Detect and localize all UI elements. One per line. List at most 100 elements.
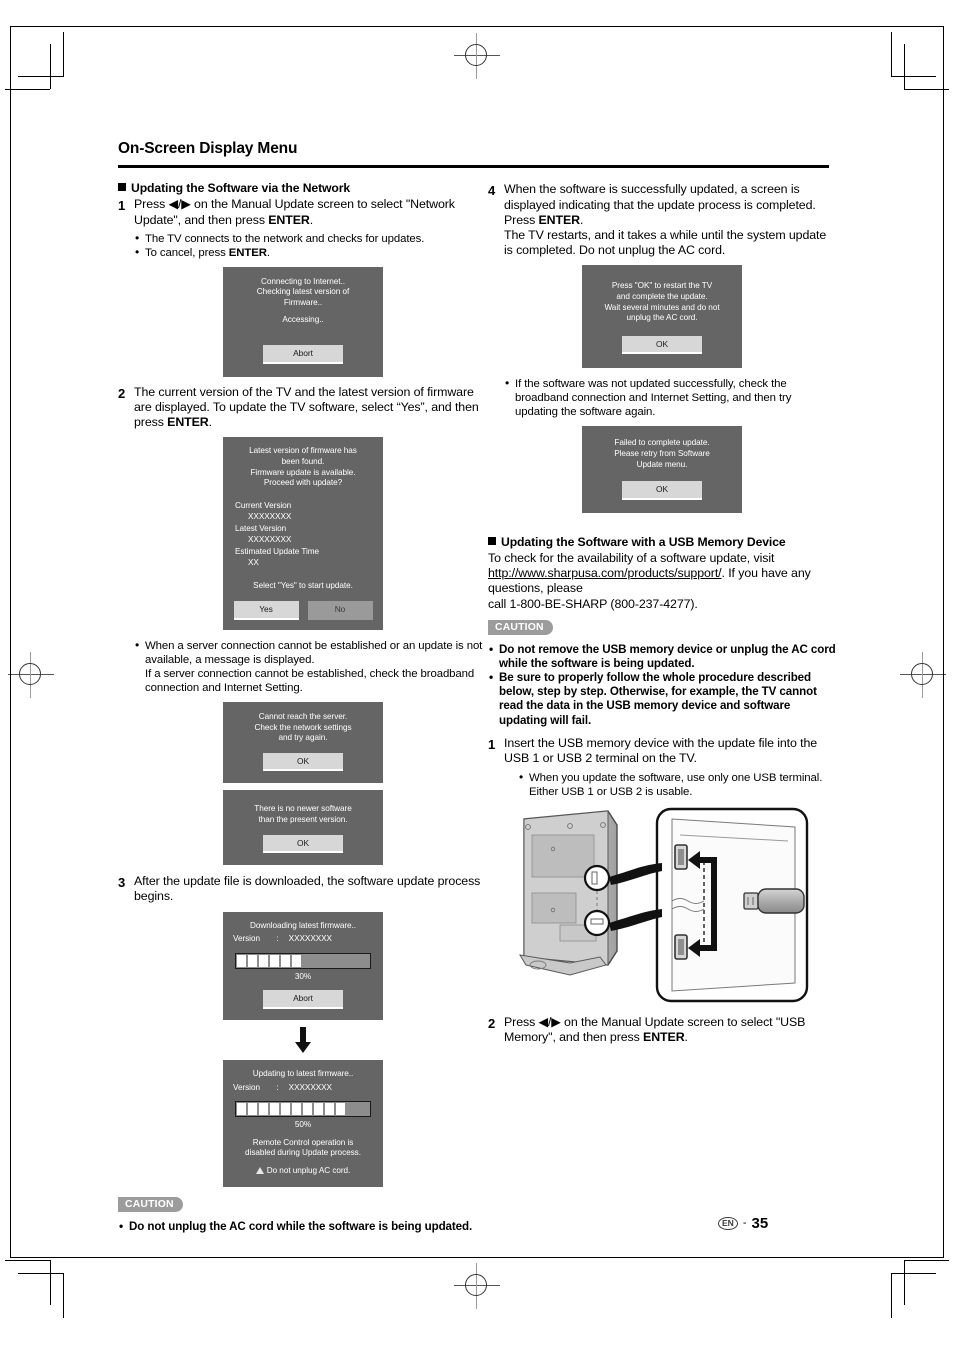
step-1-body: Press ◀/▶ on the Manual Update screen to… — [134, 197, 488, 259]
step-1-usb-body: Insert the USB memory device with the up… — [504, 736, 836, 799]
ok-button[interactable]: OK — [263, 752, 343, 772]
progress-segment — [248, 1103, 257, 1116]
osd-firmware-info: Current Version XXXXXXXX Latest Version … — [231, 500, 375, 569]
step-1-text-a: Press — [134, 197, 169, 212]
step-1-enter-key: ENTER — [268, 212, 310, 227]
osd-updating-warning-text: Do not unplug AC cord. — [266, 1165, 351, 1175]
sharp-support-url[interactable]: http://www.sharpusa.com/products/support… — [488, 566, 722, 580]
step-1-number: 1 — [118, 198, 126, 214]
osd-dialog-cannot-reach-server: Cannot reach the server. Check the netwo… — [223, 701, 383, 784]
progress-segment — [248, 954, 257, 967]
step-2-body: The current version of the TV and the la… — [134, 385, 488, 431]
step-1-bullet2-enter: ENTER — [228, 246, 267, 259]
yes-button[interactable]: Yes — [233, 601, 299, 620]
list-item: Do not remove the USB memory device or u… — [488, 642, 836, 671]
osd-dialog-connecting: Connecting to Internet.. Checking latest… — [223, 266, 383, 377]
latest-version-label: Latest Version — [235, 523, 287, 533]
step-3-body: After the update file is downloaded, the… — [134, 874, 481, 904]
step-2-usb-body: Press ◀/▶ on the Manual Update screen to… — [504, 1015, 836, 1045]
language-badge: EN — [718, 1216, 738, 1230]
osd-firmware-prompt: Select "Yes" to start update. — [253, 580, 353, 590]
list-item: If the software was not updated successf… — [504, 376, 836, 419]
registration-mark-bottom — [454, 1263, 500, 1309]
abort-button[interactable]: Abort — [263, 990, 343, 1009]
step-1-bullet2-end: . — [266, 246, 270, 259]
progress-segment — [270, 1103, 279, 1116]
step-2-usb: 2 Press ◀/▶ on the Manual Update screen … — [488, 1015, 836, 1045]
step-4-body: When the software is successfully update… — [504, 182, 836, 258]
progress-segment — [270, 954, 279, 967]
two-column-layout: Updating the Software via the Network 1 … — [118, 181, 836, 1234]
step-3-number: 3 — [118, 875, 126, 891]
version-value: XXXXXXXX — [288, 1082, 332, 1092]
progress-segment — [325, 1103, 334, 1116]
square-bullet-icon — [488, 536, 496, 545]
step-2-enter-key: ENTER — [167, 415, 209, 430]
progress-segment — [314, 1103, 323, 1116]
section-heading-usb: Updating the Software with a USB Memory … — [488, 535, 836, 549]
osd-connecting-status: Accessing.. — [282, 314, 324, 324]
progress-segment — [281, 1103, 290, 1116]
abort-button[interactable]: Abort — [263, 345, 343, 364]
page-title: On-Screen Display Menu — [118, 140, 298, 157]
osd-firmware-header: Latest version of firmware has been foun… — [249, 446, 357, 488]
update-progress-bar — [235, 1101, 371, 1118]
step-2-usb-text-c: . — [684, 1030, 688, 1045]
flow-arrow-down-icon — [118, 1026, 488, 1053]
step-2-usb-enter-key: ENTER — [643, 1030, 685, 1045]
page-content: On-Screen Display Menu Updating the Soft… — [118, 140, 836, 1235]
estimated-time-value: XX — [248, 558, 259, 568]
latest-version-value: XXXXXXXX — [248, 535, 292, 545]
osd-firmware-buttons: Yes No — [231, 601, 375, 620]
step-2-usb-number: 2 — [488, 1016, 496, 1032]
left-right-arrow-icon: ◀/▶ — [168, 197, 191, 212]
step-2-number: 2 — [118, 385, 126, 401]
usb-intro-paragraph: To check for the availability of a softw… — [488, 551, 836, 597]
step-1-usb-number: 1 — [488, 736, 496, 752]
list-item: The TV connects to the network and check… — [134, 231, 488, 246]
osd-dialog-updating: Updating to latest firmware.. Version : … — [223, 1059, 383, 1188]
ok-button[interactable]: OK — [622, 481, 702, 500]
page-footer: EN - 35 — [718, 1212, 836, 1235]
progress-segment — [303, 1103, 312, 1116]
no-button[interactable]: No — [307, 601, 373, 620]
list-item: Be sure to properly follow the whole pro… — [488, 670, 836, 728]
ok-button[interactable]: OK — [263, 834, 343, 854]
osd-updating-warning: Do not unplug AC cord. — [229, 1166, 377, 1177]
version-value: XXXXXXXX — [288, 934, 332, 944]
progress-segment — [237, 1103, 246, 1116]
caution-bullets-left: Do not unplug the AC cord while the soft… — [118, 1219, 488, 1234]
version-label: Version — [233, 1082, 260, 1092]
step-1-bullets: The TV connects to the network and check… — [134, 231, 488, 260]
list-item: When a server connection cannot be estab… — [134, 638, 488, 695]
step-1-usb-text: Insert the USB memory device with the up… — [504, 735, 818, 765]
crop-mark-bottom-left — [0, 1255, 70, 1350]
osd-dialog-restart: Press "OK" to restart the TV and complet… — [582, 265, 742, 369]
list-item: Do not unplug the AC cord while the soft… — [118, 1219, 488, 1234]
step-4-number: 4 — [488, 183, 496, 199]
step-4-network: 4 When the software is successfully upda… — [488, 182, 836, 258]
estimated-time-label: Estimated Update Time — [235, 546, 320, 556]
section-heading-usb-label: Updating the Software with a USB Memory … — [501, 534, 786, 549]
warning-triangle-icon — [255, 1166, 264, 1174]
version-colon: : — [276, 1082, 279, 1092]
page-number: 35 — [751, 1214, 769, 1232]
usb-insertion-illustration — [488, 805, 836, 1005]
left-column: Updating the Software via the Network 1 … — [118, 181, 488, 1234]
step-1-network: 1 Press ◀/▶ on the Manual Update screen … — [118, 197, 488, 259]
current-version-label: Current Version — [235, 500, 292, 510]
osd-updating-title: Updating to latest firmware.. — [252, 1068, 354, 1078]
usb-intro-phone: call 1-800-BE-SHARP (800-237-4277). — [488, 597, 698, 612]
osd-no-newer-message: There is no newer software than the pres… — [254, 804, 352, 824]
ok-button[interactable]: OK — [622, 335, 702, 355]
osd-downloading-version: Version : XXXXXXXX — [229, 933, 377, 945]
usb-intro-a: To check for the availability of a softw… — [488, 550, 775, 565]
title-rule — [118, 165, 829, 169]
right-column: 4 When the software is successfully upda… — [488, 181, 836, 1234]
step-2-network: 2 The current version of the TV and the … — [118, 385, 488, 431]
list-item: When you update the software, use only o… — [518, 770, 836, 799]
square-bullet-icon — [118, 183, 126, 192]
step-3-network: 3 After the update file is downloaded, t… — [118, 874, 488, 904]
progress-segment — [336, 1103, 345, 1116]
osd-updating-note: Remote Control operation is disabled dur… — [245, 1137, 361, 1158]
